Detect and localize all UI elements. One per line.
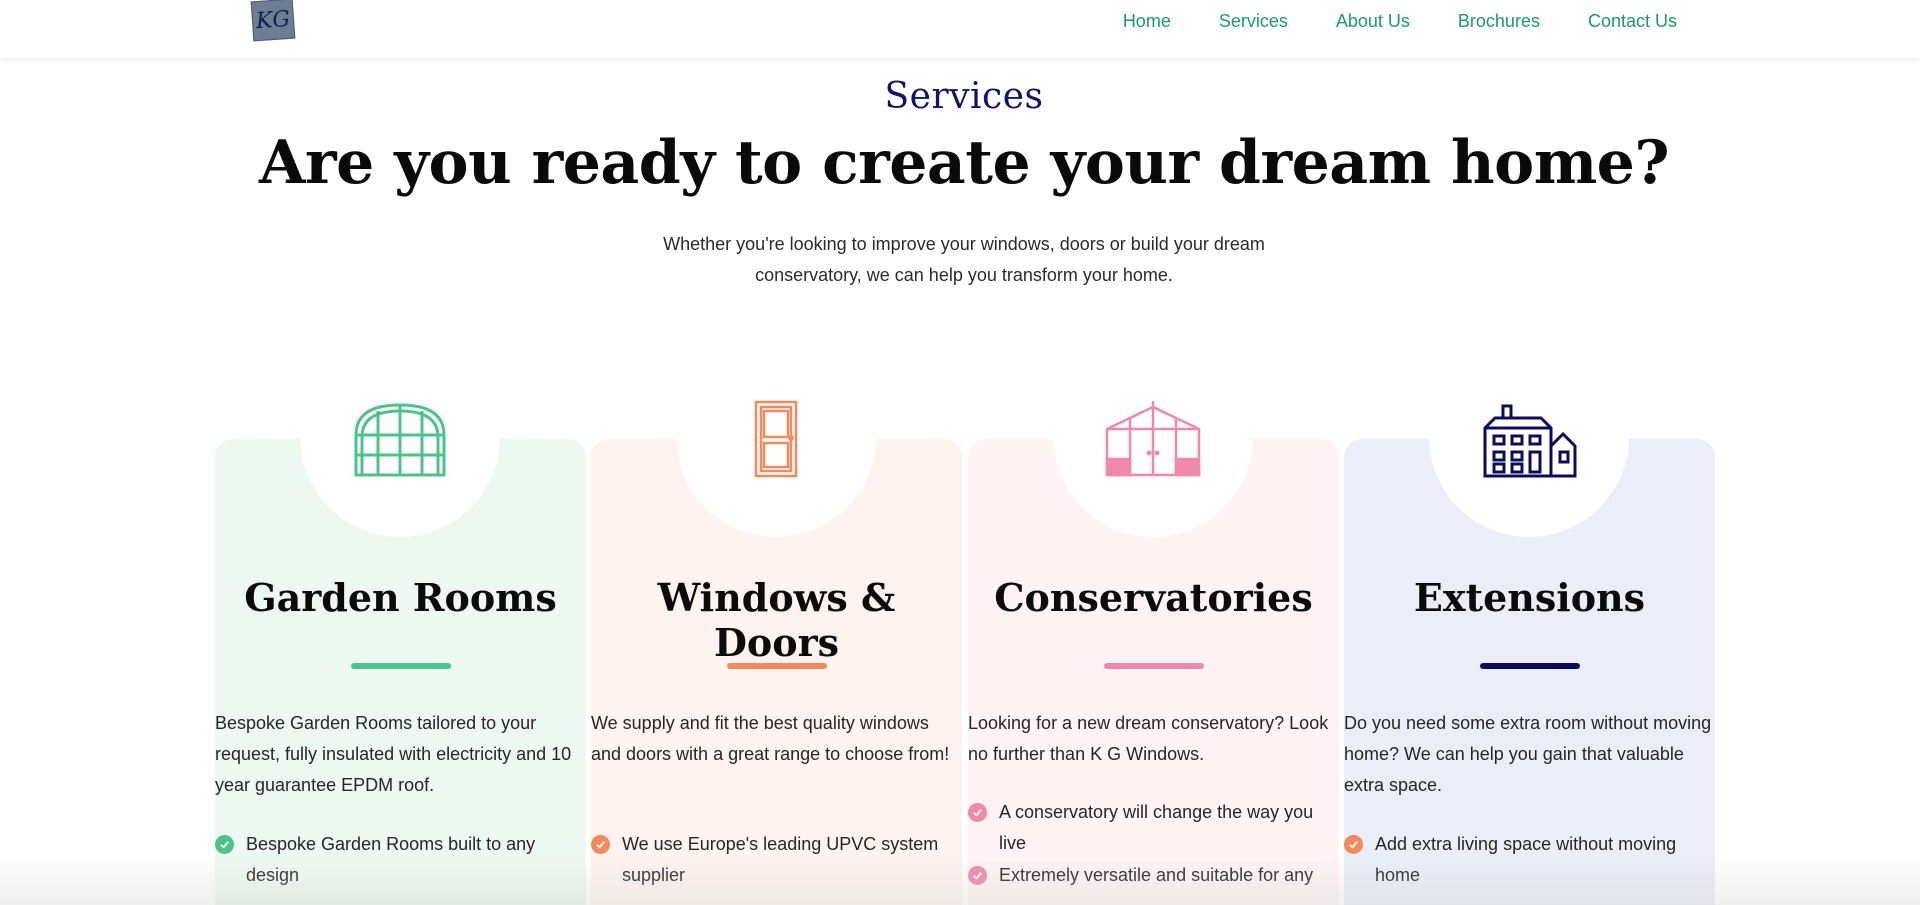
card-title: Extensions <box>1413 575 1646 620</box>
site-header: KG Home Services About Us Brochures Cont… <box>0 0 1920 58</box>
list-item-text: We use Europe's leading UPVC system supp… <box>622 834 939 885</box>
list-item-text: Bespoke Garden Rooms built to any design <box>246 834 536 885</box>
card-accent-bar <box>1480 663 1580 669</box>
card-title: Garden Rooms <box>244 575 557 620</box>
card-feature-list: Bespoke Garden Rooms built to any design <box>215 829 586 892</box>
card-description: Do you need some extra room without movi… <box>1344 713 1712 795</box>
page-headline: Are you ready to create your dream home? <box>258 128 1670 198</box>
section-eyebrow: Services <box>884 76 1044 117</box>
list-item-text: Add extra living space without moving ho… <box>1375 834 1677 885</box>
card-description: We supply and fit the best quality windo… <box>591 713 950 764</box>
card-accent-bar <box>351 663 451 669</box>
list-item: We use Europe's leading UPVC system supp… <box>591 829 962 891</box>
list-item: Add extra living space without moving ho… <box>1344 829 1715 891</box>
door-icon <box>726 399 826 479</box>
conservatory-icon <box>1103 399 1203 479</box>
list-item: Bespoke Garden Rooms built to any design <box>215 829 586 891</box>
nav-brochures[interactable]: Brochures <box>1434 9 1564 33</box>
list-item-text: Extremely versatile and suitable for any <box>999 865 1314 885</box>
card-feature-list: We use Europe's leading UPVC system supp… <box>591 829 962 892</box>
list-item: Extremely versatile and suitable for any <box>968 860 1339 891</box>
card-title: Conservatories <box>994 575 1313 620</box>
card-accent-bar <box>727 663 827 669</box>
check-icon <box>215 835 234 854</box>
nav-about-us[interactable]: About Us <box>1312 9 1434 33</box>
card-feature-list: Add extra living space without moving ho… <box>1344 829 1715 892</box>
check-icon <box>968 803 987 822</box>
service-card-conservatories: Conservatories Looking for a new dream c… <box>968 399 1339 905</box>
check-icon <box>1344 835 1363 854</box>
card-accent-bar <box>1104 663 1204 669</box>
service-card-windows-doors: Windows & Doors We supply and fit the be… <box>591 399 962 905</box>
section-lead: Whether you're looking to improve your w… <box>663 234 1265 285</box>
service-card-garden-rooms: Garden Rooms Bespoke Garden Rooms tailor… <box>215 399 586 905</box>
service-card-extensions: Extensions Do you need some extra room w… <box>1344 399 1715 905</box>
nav-services[interactable]: Services <box>1195 9 1312 33</box>
nav-contact-us[interactable]: Contact Us <box>1564 9 1677 33</box>
card-feature-list: A conservatory will change the way you l… <box>968 797 1339 892</box>
list-item-text: A conservatory will change the way you l… <box>999 802 1314 853</box>
nav-home[interactable]: Home <box>1099 9 1195 33</box>
list-item: A conservatory will change the way you l… <box>968 797 1339 859</box>
card-description: Bespoke Garden Rooms tailored to your re… <box>215 713 572 795</box>
logo-text: KG <box>255 6 291 34</box>
check-icon <box>968 866 987 885</box>
arched-window-icon <box>350 399 450 479</box>
card-title: Windows & Doors <box>657 575 896 665</box>
card-description: Looking for a new dream conservatory? Lo… <box>968 713 1329 764</box>
main-nav: Home Services About Us Brochures Contact… <box>1099 9 1677 33</box>
check-icon <box>591 835 610 854</box>
site-logo[interactable]: KG <box>250 0 296 42</box>
house-icon <box>1479 399 1579 479</box>
